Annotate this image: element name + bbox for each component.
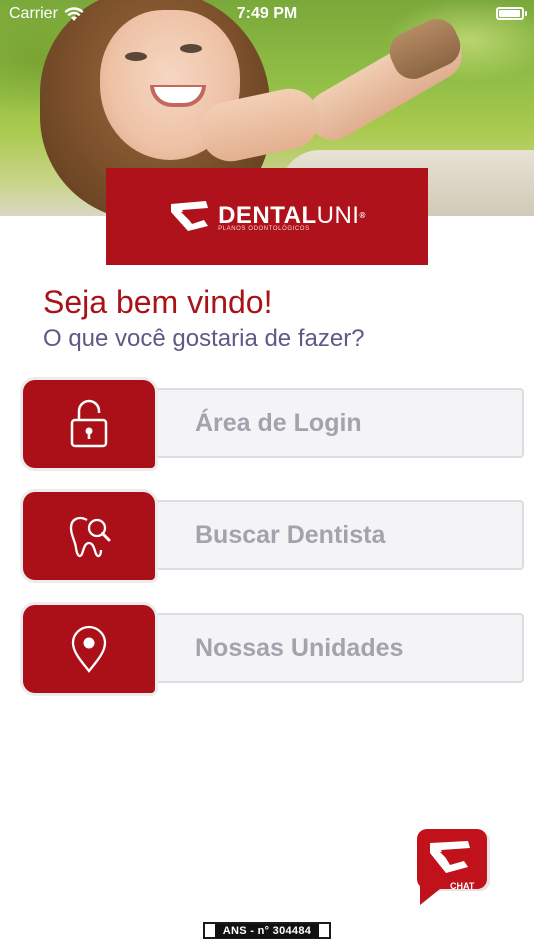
right-eye bbox=[180, 44, 202, 53]
search-dentist-tile[interactable] bbox=[23, 492, 155, 580]
our-units-tile[interactable] bbox=[23, 605, 155, 693]
ans-registration-text: ANS - n° 304484 bbox=[214, 923, 320, 938]
chat-line1: CHAT bbox=[450, 881, 475, 891]
left-eye bbox=[125, 52, 147, 61]
tooth-search-icon bbox=[69, 516, 111, 558]
brand-name: DENTALUNI® bbox=[218, 201, 366, 229]
login-area-button[interactable]: Área de Login bbox=[23, 380, 524, 468]
registered-mark: ® bbox=[359, 210, 366, 220]
brand-name-light: UNI bbox=[316, 201, 360, 229]
search-dentist-label[interactable]: Buscar Dentista bbox=[195, 500, 385, 570]
map-pin-icon bbox=[71, 625, 107, 673]
our-units-button[interactable]: Nossas Unidades bbox=[23, 605, 524, 693]
brand-name-bold: DENTAL bbox=[218, 201, 317, 229]
our-units-label[interactable]: Nossas Unidades bbox=[195, 613, 403, 683]
login-area-label[interactable]: Área de Login bbox=[195, 388, 362, 458]
clock: 7:49 PM bbox=[236, 5, 298, 22]
brand-logo: DENTALUNI® PLANOS ODONTOLÓGICOS bbox=[168, 200, 366, 232]
brand-logo-banner: DENTALUNI® PLANOS ODONTOLÓGICOS bbox=[106, 168, 428, 265]
unlocked-padlock-icon bbox=[70, 399, 108, 448]
ans-registration-badge: ANS - n° 304484 bbox=[203, 922, 331, 939]
status-bar: Carrier 7:49 PM bbox=[0, 0, 534, 28]
chat-online-button[interactable]: CHAT ON-LINE bbox=[414, 829, 496, 907]
welcome-title: Seja bem vindo! bbox=[43, 284, 273, 320]
brand-tagline: PLANOS ODONTOLÓGICOS bbox=[218, 225, 310, 232]
dentaluni-logo-icon bbox=[171, 200, 209, 231]
welcome-subtitle: O que você gostaria de fazer? bbox=[43, 325, 365, 352]
chat-online-icon: CHAT ON-LINE bbox=[417, 829, 490, 905]
search-dentist-button[interactable]: Buscar Dentista bbox=[23, 492, 524, 580]
battery-icon bbox=[496, 7, 527, 20]
login-area-tile[interactable] bbox=[23, 380, 155, 468]
chat-line2: ON-LINE bbox=[442, 892, 479, 902]
